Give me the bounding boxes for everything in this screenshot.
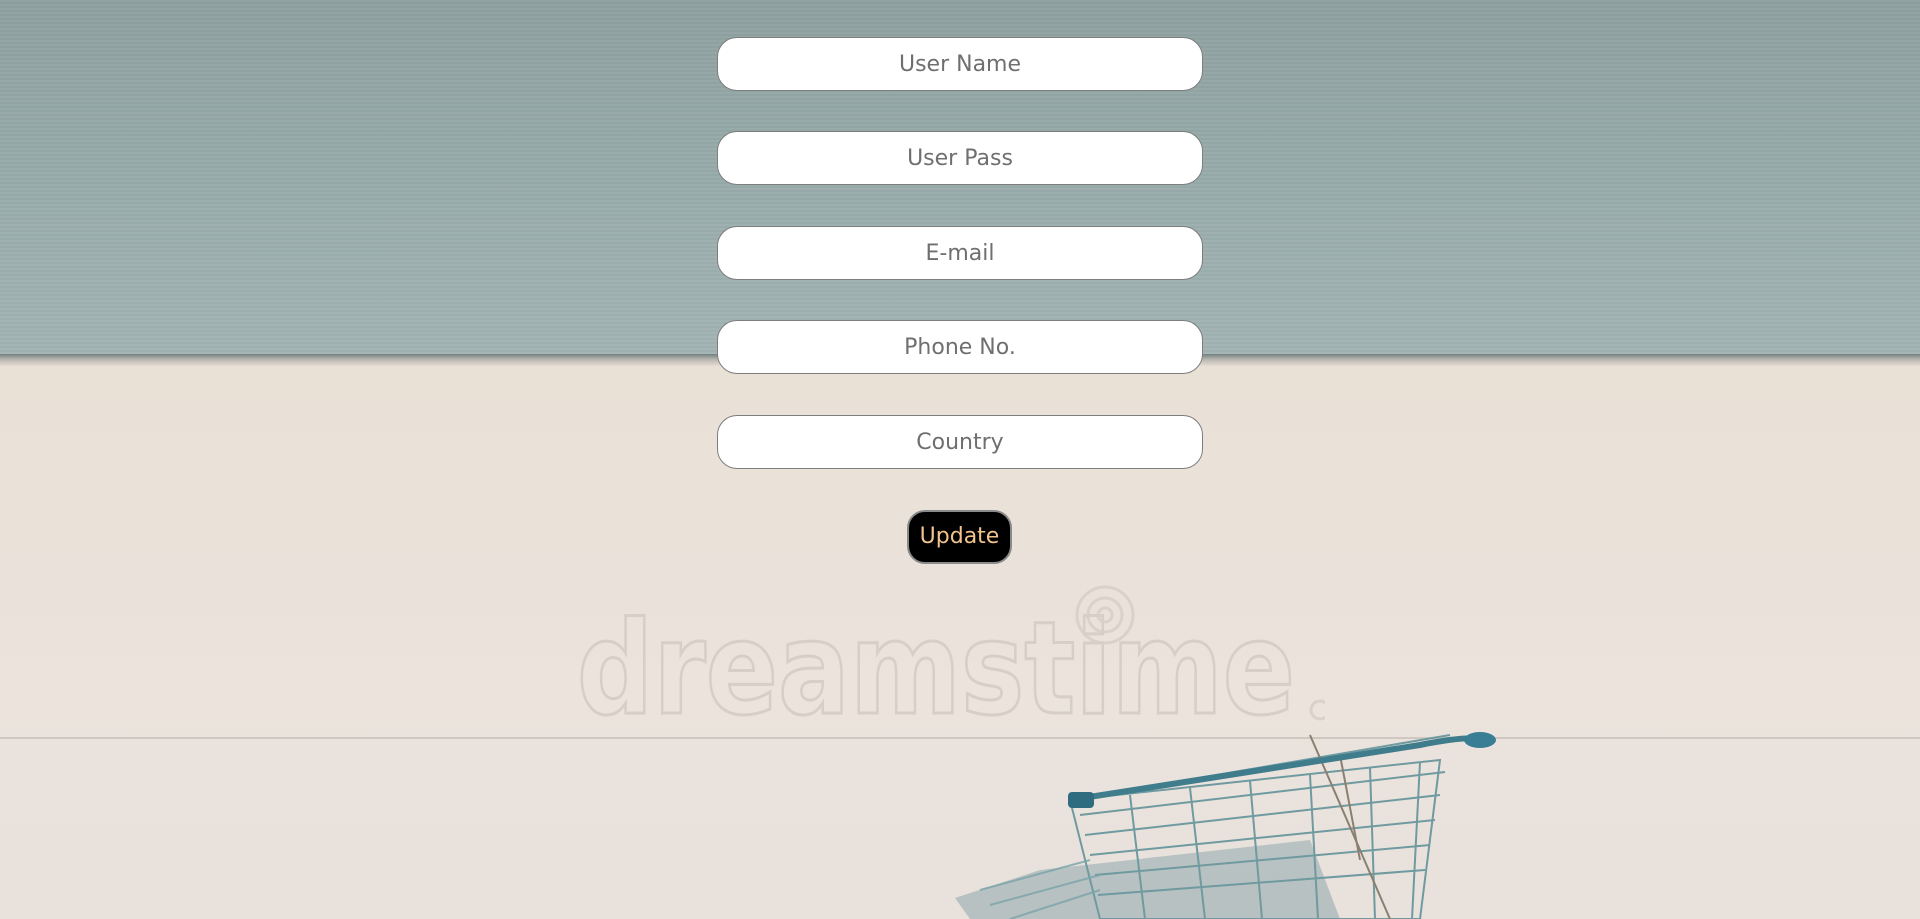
country-input[interactable] xyxy=(717,415,1203,469)
email-input[interactable] xyxy=(717,226,1203,280)
user-pass-input[interactable] xyxy=(717,131,1203,185)
user-name-input[interactable] xyxy=(717,37,1203,91)
update-button[interactable]: Update xyxy=(907,510,1012,564)
update-profile-form: Update xyxy=(0,0,1920,919)
page: dreamstime User Name User Pass E-mail Ph… xyxy=(0,0,1920,919)
phone-number-input[interactable] xyxy=(717,320,1203,374)
